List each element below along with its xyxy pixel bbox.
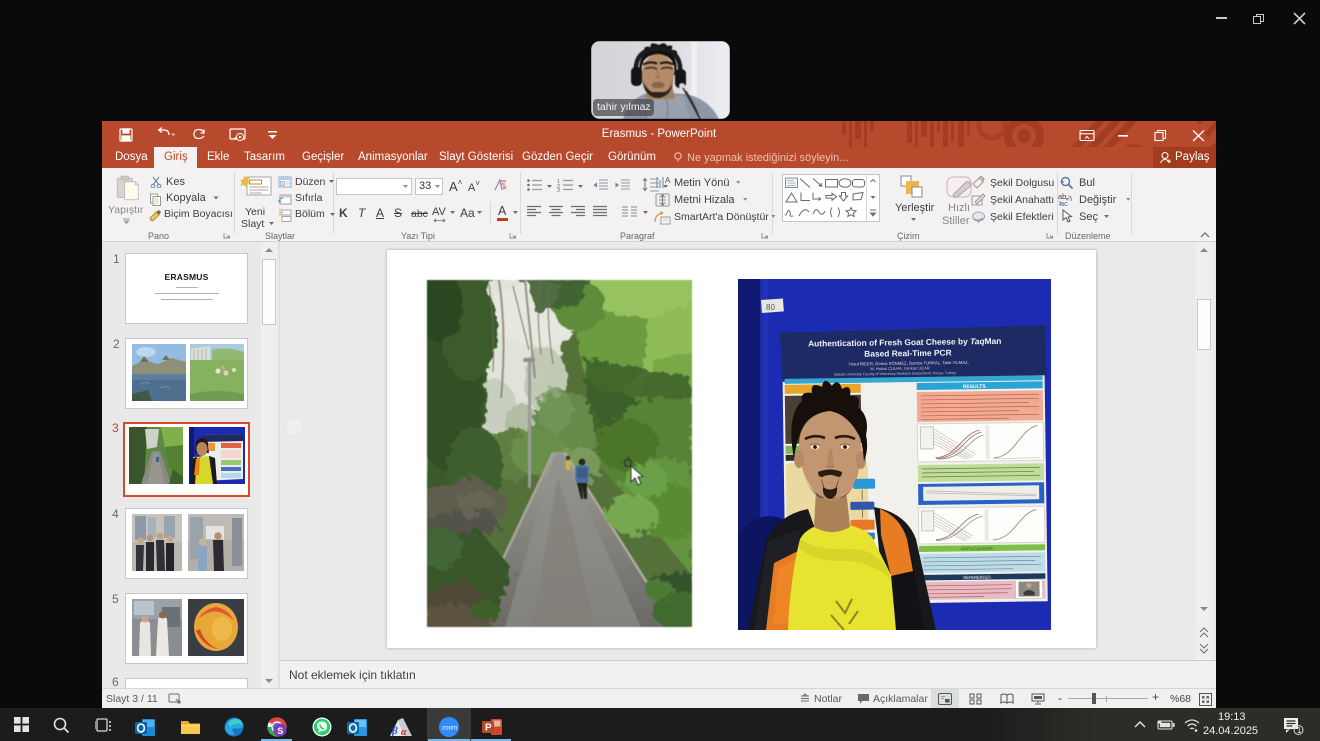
svg-text:A: A [665, 176, 671, 185]
svg-text:ac: ac [1060, 199, 1068, 207]
svg-text:1: 1 [1297, 725, 1302, 735]
svg-text:APPLICATIONS: APPLICATIONS [961, 546, 993, 551]
svg-text:S: S [277, 726, 283, 736]
svg-text:Based Real-Time PCR: Based Real-Time PCR [864, 348, 951, 359]
svg-text:P: P [485, 723, 492, 734]
svg-text:β: β [391, 725, 398, 737]
svg-text:3: 3 [557, 188, 560, 192]
svg-text:RESULTS: RESULTS [963, 384, 987, 390]
svg-text:REFERENCES: REFERENCES [963, 574, 991, 579]
svg-text:α: α [401, 727, 407, 737]
svg-text:80: 80 [766, 303, 775, 312]
svg-text:M. Hulusi ÇULHA, Gürkan UÇAR: M. Hulusi ÇULHA, Gürkan UÇAR [870, 365, 929, 371]
svg-text:zoom: zoom [442, 725, 457, 732]
